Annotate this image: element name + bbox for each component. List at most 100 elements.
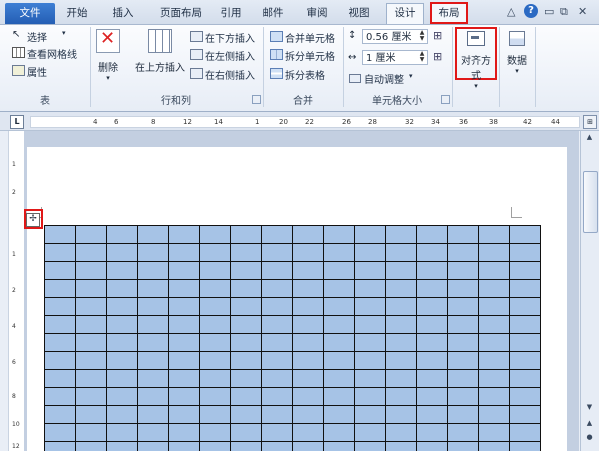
vruler-number: 10 <box>12 421 20 428</box>
row-height-value: 0.56 厘米 <box>366 32 412 43</box>
tab-home[interactable]: 开始 <box>62 4 92 22</box>
vruler-number: 1 <box>12 251 16 258</box>
alignment-label: 对齐方式 <box>461 56 491 82</box>
ruler-number: 4 <box>93 118 98 126</box>
distribute-rows-icon[interactable]: ⊞ <box>433 29 442 42</box>
split-cells-button[interactable]: 拆分单元格 <box>285 48 335 63</box>
vruler-number: 4 <box>12 323 16 330</box>
row-height-input[interactable]: 0.56 厘米 ▲ ▼ <box>362 29 428 44</box>
selected-table[interactable] <box>44 225 541 451</box>
autofit-button[interactable]: 自动调整 <box>364 71 404 86</box>
ruler-number: 12 <box>183 118 192 126</box>
ruler-number: 42 <box>523 118 532 126</box>
insert-right-button[interactable]: 在右侧插入 <box>205 67 255 82</box>
scroll-thumb[interactable] <box>583 171 598 233</box>
vruler-number: 6 <box>12 359 16 366</box>
minimize-window-icon[interactable]: ▭ <box>544 5 554 18</box>
column-width-value: 1 厘米 <box>366 53 396 64</box>
insert-below-icon <box>190 31 203 42</box>
chevron-down-icon: ▾ <box>409 72 413 80</box>
rows-cols-launcher-icon[interactable] <box>252 95 261 104</box>
chevron-down-icon: ▾ <box>62 29 66 37</box>
tab-view[interactable]: 视图 <box>344 4 374 22</box>
gridlines-icon <box>12 47 25 58</box>
ruler-number: 20 <box>279 118 288 126</box>
vertical-scrollbar[interactable]: ▲ ▼ ▲ ● <box>580 131 599 451</box>
split-table-icon <box>270 68 283 79</box>
tab-review[interactable]: 审阅 <box>302 4 332 22</box>
spinner-icon[interactable]: ▲ ▼ <box>417 51 427 64</box>
ruler-number: 44 <box>551 118 560 126</box>
move-handle-highlight <box>24 209 43 229</box>
vruler-number: 2 <box>12 189 16 196</box>
delete-button[interactable]: ✕ 删除 ▾ <box>94 28 122 82</box>
insert-left-button[interactable]: 在左侧插入 <box>205 48 255 63</box>
data-icon <box>509 31 525 46</box>
split-table-button[interactable]: 拆分表格 <box>285 67 325 82</box>
horizontal-ruler: L 4 6 8 12 14 1 20 22 26 28 32 34 36 38 … <box>0 112 599 131</box>
group-label-merge: 合并 <box>293 96 313 107</box>
data-button[interactable]: 数据 ▾ <box>503 31 531 75</box>
ribbon-layout-panel: ↖ 选择 ▾ 查看网格线 属性 表 ✕ 删除 ▾ 在上方插入 在下方插入 在左侧… <box>0 25 599 112</box>
chevron-down-icon: ▾ <box>106 74 110 82</box>
view-gridlines-button[interactable]: 查看网格线 <box>27 46 77 61</box>
distribute-columns-icon[interactable]: ⊞ <box>433 50 442 63</box>
document-area: ✢ <box>24 131 579 451</box>
insert-above-button[interactable]: 在上方插入 <box>132 29 188 74</box>
restore-window-icon[interactable]: ⧉ <box>560 5 568 19</box>
help-icon[interactable]: ? <box>524 4 538 18</box>
tab-mailings[interactable]: 邮件 <box>258 4 288 22</box>
ruler-number: 32 <box>405 118 414 126</box>
close-window-icon[interactable]: ✕ <box>578 5 587 18</box>
tab-references[interactable]: 引用 <box>216 4 246 22</box>
insert-above-label: 在上方插入 <box>135 63 185 74</box>
cell-size-launcher-icon[interactable] <box>441 95 450 104</box>
tab-design[interactable]: 设计 <box>386 3 424 24</box>
tab-insert[interactable]: 插入 <box>108 4 138 22</box>
ruler-strip[interactable]: 4 6 8 12 14 1 20 22 26 28 32 34 36 38 42… <box>30 116 580 128</box>
vruler-number: 2 <box>12 287 16 294</box>
previous-page-icon[interactable]: ▲ <box>583 419 596 431</box>
column-width-input[interactable]: 1 厘米 ▲ ▼ <box>362 50 428 65</box>
properties-icon <box>12 65 25 76</box>
select-cursor-icon: ↖ <box>12 29 21 40</box>
row-height-icon: ↕ <box>348 30 357 41</box>
alignment-icon <box>467 31 485 46</box>
ruler-number: 34 <box>431 118 440 126</box>
merge-cells-button[interactable]: 合并单元格 <box>285 30 335 45</box>
properties-button[interactable]: 属性 <box>27 64 47 79</box>
browse-object-icon[interactable]: ● <box>583 433 596 445</box>
group-label-table: 表 <box>40 96 50 107</box>
group-label-cell-size: 单元格大小 <box>372 96 422 107</box>
chevron-down-icon: ▾ <box>474 82 478 90</box>
margin-corner-mark <box>511 207 522 218</box>
ruler-number: 6 <box>114 118 119 126</box>
ruler-number: 38 <box>489 118 498 126</box>
chevron-down-icon: ▾ <box>515 67 519 75</box>
tab-file[interactable]: 文件 <box>5 3 55 24</box>
scroll-down-icon[interactable]: ▼ <box>583 403 596 415</box>
insert-below-button[interactable]: 在下方插入 <box>205 30 255 45</box>
ruler-number: 36 <box>459 118 468 126</box>
minimize-ribbon-icon[interactable]: △ <box>507 5 515 18</box>
select-button[interactable]: 选择 <box>27 29 47 44</box>
group-label-rows-cols: 行和列 <box>161 96 191 107</box>
ruler-toggle-icon[interactable]: ⊞ <box>583 115 597 129</box>
vertical-ruler[interactable]: 1 2 1 2 4 6 8 10 12 <box>8 131 25 451</box>
spinner-icon[interactable]: ▲ ▼ <box>417 30 427 43</box>
column-width-icon: ↔ <box>348 52 357 63</box>
tab-page-layout[interactable]: 页面布局 <box>153 4 209 22</box>
vruler-number: 12 <box>12 443 20 450</box>
ruler-number: 26 <box>342 118 351 126</box>
alignment-button[interactable]: 对齐方式 ▾ <box>457 31 495 90</box>
insert-left-icon <box>190 49 203 60</box>
ruler-number: 1 <box>255 118 260 126</box>
insert-right-icon <box>190 68 203 79</box>
delete-icon: ✕ <box>96 28 120 53</box>
ruler-number: 14 <box>214 118 223 126</box>
document-page[interactable] <box>27 147 567 451</box>
scroll-up-icon[interactable]: ▲ <box>583 133 596 145</box>
vruler-number: 1 <box>12 161 16 168</box>
tab-stop-selector[interactable]: L <box>10 115 24 129</box>
tab-layout[interactable]: 布局 <box>430 2 468 24</box>
